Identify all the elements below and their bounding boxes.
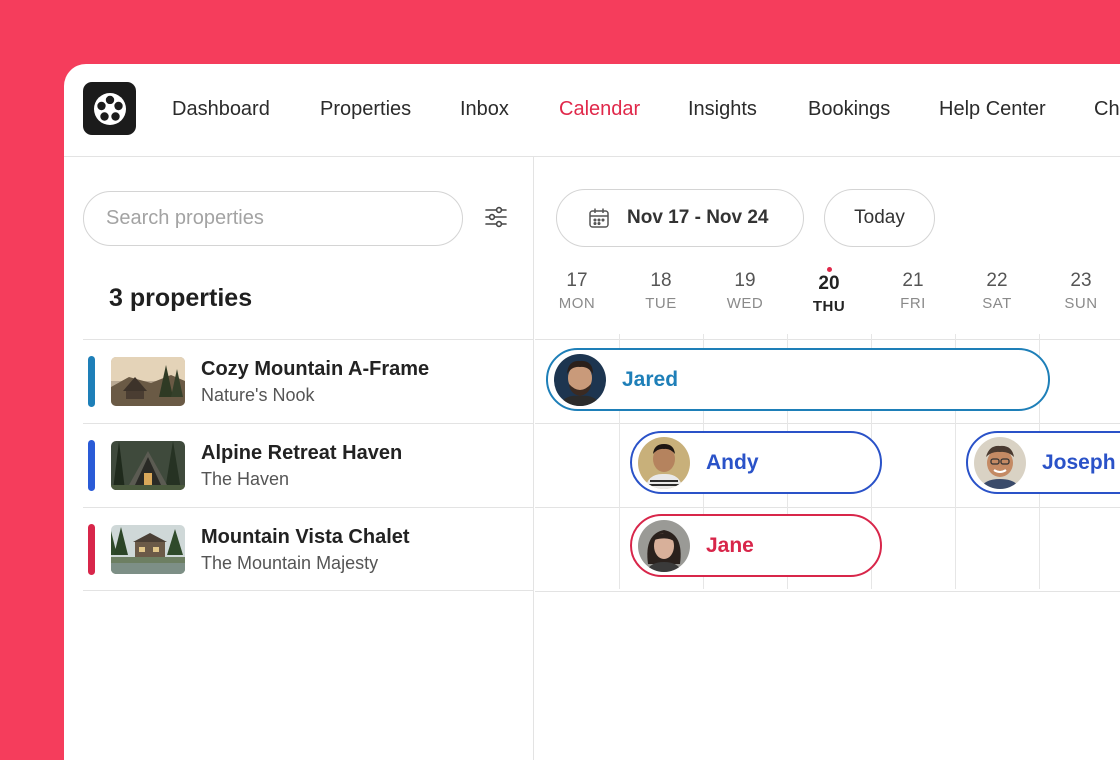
day-header: 21 FRI <box>871 269 955 312</box>
booking-andy[interactable]: Andy <box>630 431 882 494</box>
guest-avatar <box>638 519 690 572</box>
property-row[interactable]: Cozy Mountain A-Frame Nature's Nook <box>83 339 534 423</box>
property-subtitle: Nature's Nook <box>201 385 315 405</box>
property-thumbnail <box>111 441 185 490</box>
guest-name: Jared <box>622 367 679 391</box>
properties-panel: 3 properties Cozy Mountain A-Frame Natur… <box>64 157 534 760</box>
property-color-bar <box>88 440 95 491</box>
date-range-button[interactable]: Nov 17 - Nov 24 <box>556 189 804 247</box>
day-of-week: WED <box>726 295 764 312</box>
today-button[interactable]: Today <box>824 189 935 247</box>
day-header-today: 20 THU <box>787 272 871 315</box>
grid-line <box>535 423 1120 424</box>
guest-name: Andy <box>706 450 759 474</box>
grid-line <box>535 591 1120 592</box>
top-nav: Dashboard Properties Inbox Calendar Insi… <box>64 64 1120 157</box>
day-of-week: FRI <box>900 295 926 312</box>
filter-icon <box>485 206 507 228</box>
day-number: 20 <box>818 273 840 294</box>
day-number: 18 <box>650 270 672 291</box>
day-number: 22 <box>986 270 1008 291</box>
guest-avatar <box>638 436 690 489</box>
day-header: 23 SUN <box>1039 269 1120 312</box>
property-color-bar <box>88 524 95 575</box>
day-of-week: TUE <box>645 295 677 312</box>
property-row[interactable]: Alpine Retreat Haven The Haven <box>83 423 534 507</box>
property-count: 3 properties <box>109 284 253 312</box>
property-row[interactable]: Mountain Vista Chalet The Mountain Majes… <box>83 507 534 591</box>
calendar-panel: Nov 17 - Nov 24 Today 17 MON 18 TUE 19 W… <box>535 157 1120 760</box>
guest-name: Jane <box>706 533 754 557</box>
day-header: 19 WED <box>703 269 787 312</box>
property-name: Cozy Mountain A-Frame <box>201 358 430 380</box>
guest-name: Joseph <box>1042 450 1116 474</box>
nav-help-center[interactable]: Help Center <box>939 98 1046 121</box>
property-thumbnail <box>111 525 185 574</box>
property-name: Alpine Retreat Haven <box>201 442 403 464</box>
nav-inbox[interactable]: Inbox <box>460 98 509 121</box>
nav-truncated-item[interactable]: Ch <box>1094 98 1120 121</box>
day-of-week: MON <box>558 295 596 312</box>
nav-insights[interactable]: Insights <box>688 98 757 121</box>
property-thumbnail <box>111 357 185 406</box>
nav-calendar[interactable]: Calendar <box>559 98 640 121</box>
booking-jane[interactable]: Jane <box>630 514 882 577</box>
property-color-bar <box>88 356 95 407</box>
date-range-label: Nov 17 - Nov 24 <box>627 207 769 228</box>
booking-joseph[interactable]: Joseph <box>966 431 1120 494</box>
app-window: Dashboard Properties Inbox Calendar Insi… <box>64 64 1120 760</box>
day-of-week: THU <box>812 298 846 315</box>
day-header: 17 MON <box>535 269 619 312</box>
grid-line <box>535 339 1120 340</box>
day-number: 23 <box>1070 270 1092 291</box>
search-input[interactable] <box>83 191 463 246</box>
booking-jared[interactable]: Jared <box>546 348 1050 411</box>
app-logo[interactable] <box>83 82 136 135</box>
property-subtitle: The Haven <box>201 469 290 489</box>
nav-bookings[interactable]: Bookings <box>808 98 890 121</box>
guest-avatar <box>554 353 606 406</box>
day-number: 19 <box>734 270 756 291</box>
nav-dashboard[interactable]: Dashboard <box>172 98 270 121</box>
property-subtitle: The Mountain Majesty <box>201 553 379 573</box>
nav-properties[interactable]: Properties <box>320 98 411 121</box>
property-name: Mountain Vista Chalet <box>201 526 410 548</box>
day-number: 17 <box>566 270 588 291</box>
day-header: 18 TUE <box>619 269 703 312</box>
filter-button[interactable] <box>484 206 510 230</box>
guest-avatar <box>974 436 1026 489</box>
grid-line <box>535 507 1120 508</box>
day-of-week: SUN <box>1064 295 1098 312</box>
calendar-icon <box>589 208 609 228</box>
day-of-week: SAT <box>982 295 1012 312</box>
day-number: 21 <box>902 270 924 291</box>
logo-icon <box>93 92 126 125</box>
day-header: 22 SAT <box>955 269 1039 312</box>
